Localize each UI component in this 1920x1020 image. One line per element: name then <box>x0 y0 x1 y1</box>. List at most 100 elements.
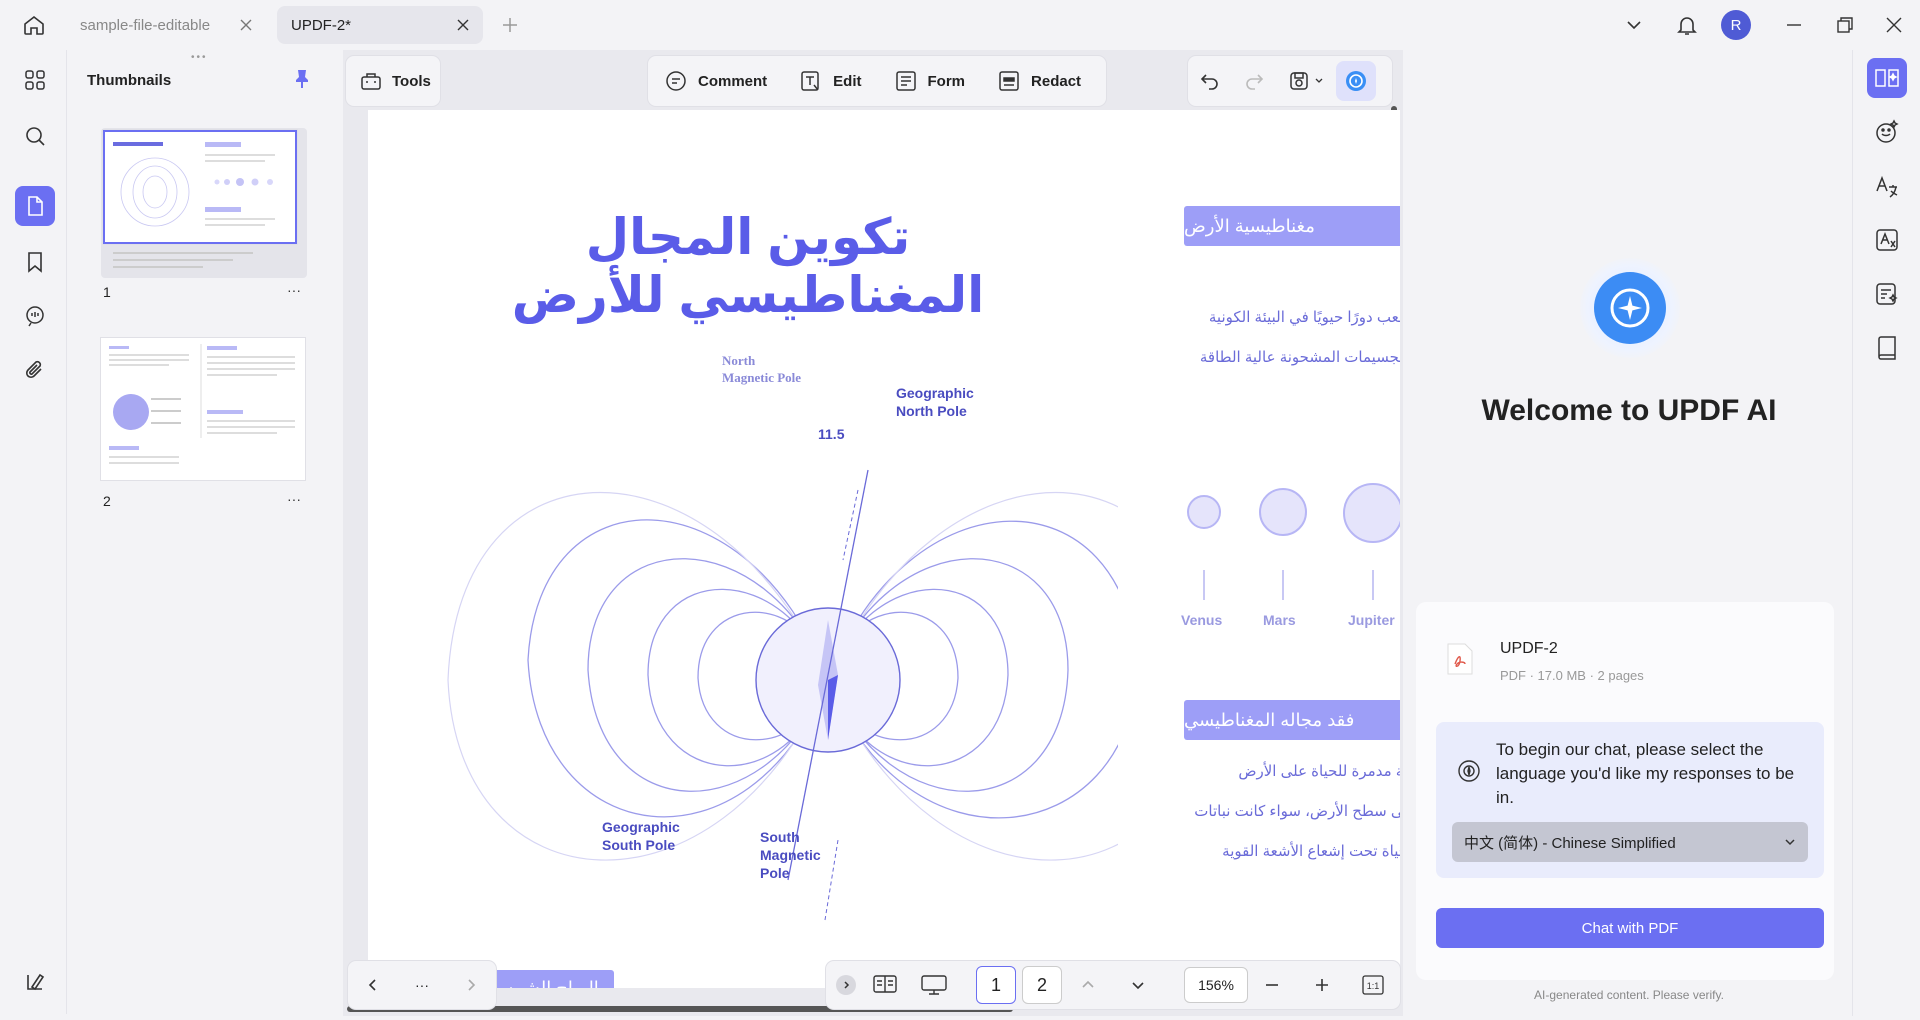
edit-label: Edit <box>833 72 862 90</box>
more-icon[interactable]: ··· <box>415 977 429 993</box>
zoom-out-icon[interactable] <box>1264 977 1280 993</box>
panel-title: Thumbnails <box>87 72 172 89</box>
comments-icon[interactable] <box>15 296 55 336</box>
planet-label: Mars <box>1263 612 1296 628</box>
zoom-in-icon[interactable] <box>1314 977 1330 993</box>
bookmark-icon[interactable] <box>15 242 55 282</box>
form-label: Form <box>927 72 966 90</box>
planet-jupiter <box>1343 483 1400 543</box>
book-icon[interactable] <box>1867 328 1907 368</box>
page-1-button[interactable]: 1 <box>976 966 1016 1004</box>
thumbnail-page-2[interactable] <box>101 338 305 480</box>
search-icon[interactable] <box>15 116 55 156</box>
diagram-label-angle: 11.5 <box>818 426 845 442</box>
title-bar: sample-file-editable UPDF-2* R <box>0 0 1920 50</box>
comment-icon <box>664 69 688 93</box>
ocr-icon[interactable] <box>1867 220 1907 260</box>
prompt-text: To begin our chat, please select the lan… <box>1496 740 1795 807</box>
drag-handle[interactable]: ••• <box>191 52 208 63</box>
comment-label: Comment <box>698 72 768 90</box>
more-options-icon[interactable]: ··· <box>287 282 301 298</box>
form-button[interactable]: Form <box>878 61 982 101</box>
pin-icon[interactable] <box>291 68 313 90</box>
summarize-icon[interactable] <box>1867 274 1907 314</box>
tab-sample-file[interactable]: sample-file-editable <box>66 6 266 44</box>
avatar[interactable]: R <box>1721 10 1751 40</box>
pdf-page: تكوين المجال المغناطيسي للأرض مغناطيسية … <box>368 110 1400 988</box>
ai-assistant-icon[interactable] <box>1336 61 1376 101</box>
redact-button[interactable]: Redact <box>981 61 1097 101</box>
thumbnail-page-1[interactable] <box>101 128 307 278</box>
ai-disclaimer: AI-generated content. Please verify. <box>1534 988 1724 1002</box>
planet-venus <box>1187 495 1221 529</box>
undo-icon[interactable] <box>1188 70 1232 92</box>
divider <box>1372 570 1374 600</box>
pdf-file-icon <box>1446 642 1474 676</box>
body-text: الجسيمات المشحونة عالية الطاقة <box>1199 349 1400 366</box>
chevron-down-icon[interactable] <box>1130 977 1146 993</box>
page-title: تكوين المجال المغناطيسي للأرض <box>511 209 985 323</box>
redact-label: Redact <box>1031 72 1082 90</box>
planet-mars <box>1259 488 1307 536</box>
body-text: يلعب دورًا حيويًا في البيئة الكونية <box>1208 309 1400 326</box>
translate-icon[interactable] <box>1867 166 1907 206</box>
main-toolbar: Comment Edit Form Redact <box>648 56 1106 106</box>
tab-label: UPDF-2* <box>291 16 352 34</box>
planet-label: Jupiter <box>1348 612 1395 628</box>
page-number: 1 <box>103 284 111 300</box>
layers-icon[interactable] <box>15 962 55 1002</box>
language-select[interactable]: 中文 (简体) - Chinese Simplified <box>1452 822 1808 862</box>
diagram-label-geographic-south: Geographic South Pole <box>602 819 680 853</box>
pages-icon[interactable] <box>15 186 55 226</box>
edit-button[interactable]: Edit <box>783 61 877 101</box>
ai-logo-icon <box>1592 270 1668 346</box>
actual-size-icon[interactable]: 1:1 <box>1362 975 1384 995</box>
home-icon[interactable] <box>20 11 48 39</box>
file-name: UPDF-2 <box>1500 640 1558 657</box>
chevron-down-icon[interactable] <box>1620 11 1648 39</box>
diagram-label-geographic-north: Geographic North Pole <box>896 385 974 419</box>
diagram-label-north-magnetic: North Magnetic Pole <box>722 353 802 385</box>
close-icon[interactable] <box>238 17 254 33</box>
attachment-icon[interactable] <box>15 350 55 390</box>
close-window-icon[interactable] <box>1880 11 1908 39</box>
language-prompt: To begin our chat, please select the lan… <box>1436 722 1824 878</box>
new-tab-icon[interactable] <box>496 11 524 39</box>
bell-icon[interactable] <box>1673 11 1701 39</box>
tab-updf-2[interactable]: UPDF-2* <box>277 6 483 44</box>
collapse-icon[interactable] <box>836 975 856 995</box>
presentation-icon[interactable] <box>920 973 948 997</box>
chevron-right-icon[interactable] <box>463 977 479 993</box>
zoom-level[interactable]: 156% <box>1184 967 1248 1003</box>
body-text: لى سطح الأرض، سواء كانت نباتات <box>1194 803 1400 820</box>
page-2-button[interactable]: 2 <box>1022 966 1062 1004</box>
section-header: فقد مجاله المغناطيسي <box>1184 700 1400 740</box>
close-icon[interactable] <box>455 17 471 33</box>
page-number: 2 <box>103 493 111 509</box>
ai-panel: Welcome to UPDF AI UPDF-2 PDF · 17.0 MB … <box>1406 50 1852 1016</box>
chevron-up-icon[interactable] <box>1080 977 1096 993</box>
redo-icon[interactable] <box>1232 70 1276 92</box>
ai-chat-icon[interactable] <box>1867 58 1907 98</box>
save-icon[interactable] <box>1276 70 1336 92</box>
comment-button[interactable]: Comment <box>648 61 783 101</box>
right-rail <box>1852 50 1920 1016</box>
language-select-value: 中文 (简体) - Chinese Simplified <box>1464 834 1676 852</box>
page-layout-icon[interactable] <box>872 973 898 995</box>
file-meta: PDF · 17.0 MB · 2 pages <box>1500 668 1644 683</box>
diagram-label-south-magnetic: South Magnetic Pole <box>760 829 821 881</box>
chat-with-pdf-button[interactable]: Chat with PDF <box>1436 908 1824 948</box>
chevron-left-icon[interactable] <box>365 977 381 993</box>
more-options-icon[interactable]: ··· <box>287 491 301 507</box>
thumbnail-panel: ••• Thumbnails 1 ··· 2 ··· <box>66 50 340 1014</box>
tab-label: sample-file-editable <box>80 16 211 34</box>
minimize-icon[interactable] <box>1780 11 1808 39</box>
left-rail <box>5 50 65 1014</box>
grid-icon[interactable] <box>15 60 55 100</box>
page-nav: ··· <box>348 961 496 1009</box>
ai-assistant-icon[interactable] <box>1867 112 1907 152</box>
ai-welcome-title: Welcome to UPDF AI <box>1481 394 1777 427</box>
restore-icon[interactable] <box>1831 11 1859 39</box>
tools-icon <box>360 70 382 92</box>
tools-button[interactable]: Tools <box>346 56 440 106</box>
